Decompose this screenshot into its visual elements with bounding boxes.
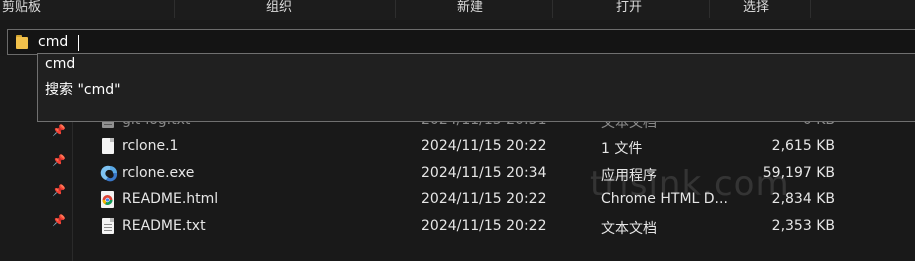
file-size: 2,353 KB: [771, 218, 835, 234]
ribbon-separator: [552, 0, 553, 18]
folder-icon: [16, 35, 28, 49]
autocomplete-option-search[interactable]: 搜索 "cmd": [45, 79, 121, 99]
file-date: 2024/11/15 20:22: [421, 218, 547, 234]
pin-icon[interactable]: 📌: [52, 155, 66, 167]
ribbon-group-bar: 剪贴板 组织 新建 打开 选择: [0, 0, 915, 20]
file-date: 2024/11/15 20:22: [421, 138, 547, 154]
watermark: trisink.com: [590, 164, 790, 204]
ribbon-group-organize: 组织: [266, 0, 293, 15]
file-date: 2024/11/15 20:34: [421, 165, 547, 181]
pin-icon[interactable]: 📌: [52, 125, 66, 137]
ribbon-group-new: 新建: [457, 0, 484, 15]
pin-icon[interactable]: 📌: [52, 215, 66, 227]
pin-icon[interactable]: 📌: [52, 185, 66, 197]
file-name: README.txt: [122, 218, 206, 234]
file-size: 2,615 KB: [771, 138, 835, 154]
file-icon: [100, 138, 116, 156]
address-input[interactable]: [38, 32, 338, 52]
chrome-html-icon: [100, 191, 116, 209]
file-row[interactable]: README.txt 2024/11/15 20:22 文本文档 2,353 K…: [73, 214, 915, 240]
text-caret: [78, 35, 79, 51]
address-bar[interactable]: [7, 29, 915, 55]
file-row[interactable]: rclone.1 2024/11/15 20:22 1 文件 2,615 KB: [73, 134, 915, 160]
autocomplete-dropdown: cmd 搜索 "cmd": [37, 53, 915, 122]
autocomplete-option[interactable]: cmd: [45, 56, 75, 72]
file-name: rclone.exe: [122, 165, 195, 181]
file-name: rclone.1: [122, 138, 179, 154]
ribbon-separator: [174, 0, 175, 18]
file-name: README.html: [122, 191, 219, 207]
ribbon-separator: [709, 0, 710, 18]
ribbon-separator: [395, 0, 396, 18]
text-file-icon: [100, 218, 116, 236]
ribbon-separator: [810, 0, 811, 18]
ribbon-group-select: 选择: [743, 0, 770, 15]
ribbon-group-open: 打开: [616, 0, 643, 15]
file-date: 2024/11/15 20:22: [421, 191, 547, 207]
ribbon-group-clipboard: 剪贴板: [2, 0, 42, 15]
rclone-app-icon: [100, 165, 118, 183]
